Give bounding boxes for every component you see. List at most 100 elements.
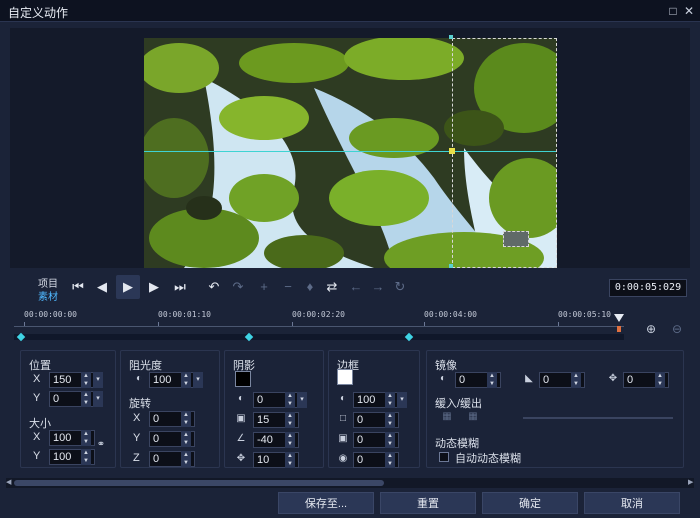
- size-y-label: Y: [33, 450, 41, 462]
- selection-handle[interactable]: [449, 264, 453, 268]
- opacity-spinner-icon[interactable]: ▲ ▼: [181, 372, 191, 388]
- cancel-button[interactable]: 取消: [584, 492, 680, 514]
- previous-keyframe-icon[interactable]: ←: [344, 275, 368, 299]
- horizontal-scrollbar[interactable]: ◀ ▶: [6, 478, 694, 488]
- keyframe-track[interactable]: [14, 334, 624, 340]
- shadow-color-swatch[interactable]: [235, 371, 251, 387]
- mirror-distance-spinner-icon[interactable]: ▲ ▼: [655, 372, 665, 388]
- size-x-spinner-icon[interactable]: ▲ ▼: [81, 430, 91, 446]
- shadow-panel: 阴影 ◐ 0 ▲ ▼ ▾ ▣ 15 ▲ ▼ ∠ -40 ▲ ▼ ✥ 10 ▲ ▼: [224, 350, 324, 468]
- undo-icon[interactable]: ↶: [202, 275, 226, 299]
- border-blur-spinner-icon[interactable]: ▲ ▼: [385, 432, 395, 448]
- shadow-blur-spinner-icon[interactable]: ▲ ▼: [285, 412, 295, 428]
- maximize-button[interactable]: □: [666, 4, 680, 18]
- rotation-z-spinner-icon[interactable]: ▲ ▼: [181, 451, 191, 467]
- remove-keyframe-icon[interactable]: −: [276, 275, 300, 299]
- position-x-dropdown-icon[interactable]: ▾: [93, 372, 103, 388]
- timecode-display[interactable]: 0:00:05:029: [609, 279, 687, 297]
- play-icon[interactable]: ▶: [116, 275, 140, 299]
- playback-bar: 项目 素材 ⏮ ◀ ▶ ▶ ⏭ ↶ ↷ + − ♦ ⇄ ← → ↻: [0, 270, 700, 306]
- size-label: 大小: [29, 418, 51, 430]
- next-frame-icon[interactable]: ▶: [142, 275, 166, 299]
- border-opacity-dropdown-icon[interactable]: ▾: [397, 392, 407, 408]
- ease-label: 缓入/缓出: [435, 398, 483, 410]
- mirror-fade-spinner-icon[interactable]: ▲ ▼: [571, 372, 581, 388]
- position-y-dropdown-icon[interactable]: ▾: [93, 391, 103, 407]
- swap-icon[interactable]: ⇄: [320, 275, 344, 299]
- rotation-y-spinner-icon[interactable]: ▲ ▼: [181, 431, 191, 447]
- scroll-left-icon[interactable]: ◀: [6, 478, 12, 488]
- ruler-tick: [292, 322, 293, 326]
- size-x-label: X: [33, 431, 41, 443]
- reset-keyframe-icon[interactable]: ↻: [388, 275, 412, 299]
- playhead-marker: [617, 326, 621, 332]
- link-icon[interactable]: ⚭: [95, 439, 107, 451]
- shadow-angle-spinner-icon[interactable]: ▲ ▼: [285, 432, 295, 448]
- zoom-out-icon[interactable]: ⊖: [670, 322, 684, 336]
- ease-out-icon[interactable]: ▦: [467, 411, 479, 423]
- keyframe-icon[interactable]: ♦: [298, 275, 322, 299]
- playhead-icon[interactable]: [614, 314, 624, 322]
- shadow-opacity-dropdown-icon[interactable]: ▾: [297, 392, 307, 408]
- position-x-spinner-icon[interactable]: ▲ ▼: [81, 372, 91, 388]
- border-width-icon: □: [339, 413, 347, 424]
- timeline[interactable]: 00:00:00:00 00:00:01:10 00:00:02:20 00:0…: [14, 310, 634, 342]
- rotation-label: 旋转: [129, 398, 151, 410]
- mirror-opacity-spinner-icon[interactable]: ▲ ▼: [487, 372, 497, 388]
- go-to-end-icon[interactable]: ⏭: [168, 275, 192, 299]
- position-x-label: X: [33, 373, 41, 385]
- border-panel: 边框 ◐ 100 ▲ ▼ ▾ □ 0 ▲ ▼ ▣ 0 ▲ ▼ ◉ 0 ▲ ▼: [328, 350, 420, 468]
- ruler-tick: [158, 322, 159, 326]
- reset-button[interactable]: 重置: [380, 492, 476, 514]
- ease-in-icon[interactable]: ▦: [441, 411, 453, 423]
- selection-handle[interactable]: [449, 148, 455, 154]
- auto-motion-blur-label: 自动动态模糊: [455, 453, 521, 465]
- opacity-rotation-panel: 阻光度 ◐ 100 ▲ ▼ ▾ 旋转 X 0 ▲ ▼ Y 0 ▲ ▼ Z 0 ▲ ▼: [120, 350, 220, 468]
- ruler-line: [14, 326, 624, 327]
- rotation-z-label: Z: [133, 452, 140, 464]
- mirror-opacity-icon: ◐: [439, 373, 447, 384]
- ok-button[interactable]: 确定: [482, 492, 578, 514]
- shadow-opacity-spinner-icon[interactable]: ▲ ▼: [285, 392, 295, 408]
- save-to-button[interactable]: 保存至...: [278, 492, 374, 514]
- ruler-tick: [24, 322, 25, 326]
- selection-inner-box[interactable]: [503, 231, 529, 247]
- rotation-y-label: Y: [133, 432, 141, 444]
- opacity-dropdown-icon[interactable]: ▾: [193, 372, 203, 388]
- mirror-label: 镜像: [435, 360, 457, 372]
- close-button[interactable]: ✕: [682, 4, 696, 18]
- border-color-swatch[interactable]: [337, 369, 353, 385]
- redo-icon[interactable]: ↷: [226, 275, 250, 299]
- scroll-right-icon[interactable]: ▶: [688, 478, 694, 488]
- previous-frame-icon[interactable]: ◀: [90, 275, 114, 299]
- title-bar: 自定义动作 □ ✕: [0, 0, 700, 22]
- window-title: 自定义动作: [8, 6, 69, 20]
- shadow-distance-spinner-icon[interactable]: ▲ ▼: [285, 452, 295, 468]
- position-label: 位置: [29, 360, 51, 372]
- selection-box[interactable]: [449, 35, 557, 268]
- ruler-label: 00:00:00:00: [24, 310, 77, 319]
- zoom-in-icon[interactable]: ⊕: [644, 322, 658, 336]
- opacity-label: 阻光度: [129, 360, 162, 372]
- border-blur-icon: ▣: [338, 433, 348, 444]
- ease-slider[interactable]: [523, 417, 673, 419]
- position-y-label: Y: [33, 392, 41, 404]
- ruler-label: 00:00:04:00: [424, 310, 477, 319]
- mirror-fade-icon: ◣: [525, 373, 533, 384]
- border-softness-spinner-icon[interactable]: ▲ ▼: [385, 452, 395, 468]
- border-width-spinner-icon[interactable]: ▲ ▼: [385, 412, 395, 428]
- scrollbar-thumb[interactable]: [14, 480, 384, 486]
- position-y-spinner-icon[interactable]: ▲ ▼: [81, 391, 91, 407]
- selection-handle[interactable]: [449, 35, 453, 39]
- go-to-start-icon[interactable]: ⏮: [66, 275, 90, 299]
- border-opacity-spinner-icon[interactable]: ▲ ▼: [385, 392, 395, 408]
- add-keyframe-icon[interactable]: +: [252, 275, 276, 299]
- auto-motion-blur-checkbox[interactable]: [439, 452, 449, 462]
- border-softness-icon: ◉: [338, 453, 348, 464]
- ruler-label: 00:00:05:10: [558, 310, 611, 319]
- rotation-x-spinner-icon[interactable]: ▲ ▼: [181, 411, 191, 427]
- rotation-x-label: X: [133, 412, 141, 424]
- size-y-spinner-icon[interactable]: ▲ ▼: [81, 449, 91, 465]
- mode-clip[interactable]: 素材: [38, 288, 58, 303]
- next-keyframe-icon[interactable]: →: [366, 275, 390, 299]
